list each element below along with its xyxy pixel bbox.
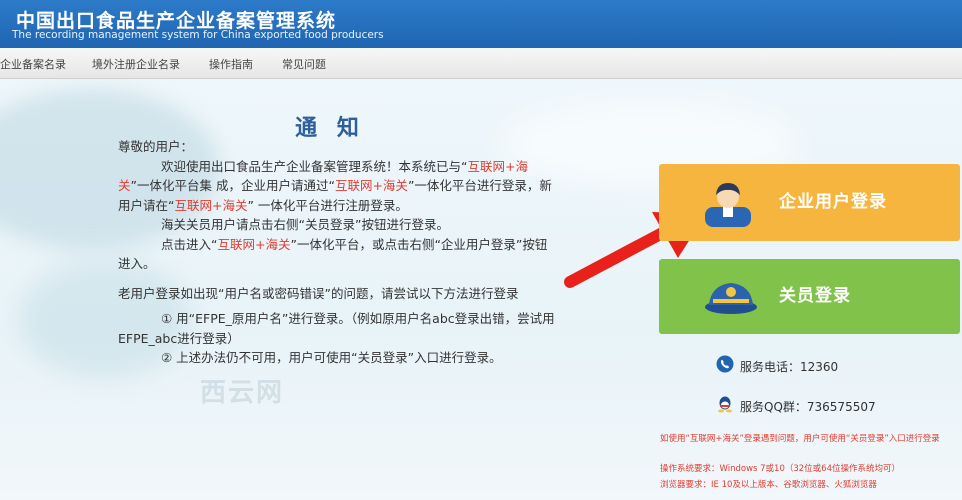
watermark: 西云网 bbox=[200, 378, 285, 408]
nav-item-faq[interactable]: 常见问题 bbox=[282, 56, 326, 72]
nav-item-enterprise-registry[interactable]: 企业备案名录 bbox=[0, 56, 66, 72]
os-requirement: 操作系统要求：Windows 7或10（32位或64位操作系统均可） bbox=[660, 464, 901, 474]
corp-user-login-label: 企业用户登录 bbox=[779, 192, 887, 212]
notice-paragraph: 海关关员用户请点击右侧“关员登录”按钮进行登录。 bbox=[161, 217, 449, 232]
service-phone-text: 服务电话：12360 bbox=[740, 360, 839, 374]
customs-cap-icon bbox=[705, 283, 757, 314]
internet-customs-text: 互联网+海关 bbox=[174, 197, 248, 213]
browser-requirement: 浏览器要求：IE 10及以上版本、谷歌浏览器、火狐浏览器 bbox=[660, 480, 877, 490]
official-login-button[interactable]: 关员登录 bbox=[659, 259, 960, 334]
notice-paragraph: 欢迎使用出口食品生产企业备案管理系统！本系统已与“互联网+海关”一体化平台集 成… bbox=[118, 158, 552, 213]
service-qq-text: 服务QQ群：736575507 bbox=[740, 400, 876, 414]
notice-paragraph: ① 用“EFPE_原用户名”进行登录。（例如原用户名abc登录出错，尝试用EFP… bbox=[118, 311, 555, 346]
notice-paragraph: ② 上述办法仍不可用，用户可使用“关员登录”入口进行登录。 bbox=[161, 350, 502, 365]
official-login-label: 关员登录 bbox=[779, 286, 851, 306]
nav-item-operation-guide[interactable]: 操作指南 bbox=[209, 56, 253, 72]
nav-bar: 企业备案名录 境外注册企业名录 操作指南 常见问题 bbox=[0, 48, 962, 79]
login-help-note: 如使用“互联网+海关”登录遇到问题，用户可使用“关员登录”入口进行登录 bbox=[660, 434, 940, 444]
corp-user-login-button[interactable]: 企业用户登录 bbox=[659, 164, 960, 241]
app-header: 中国出口食品生产企业备案管理系统 The recording managemen… bbox=[0, 0, 962, 48]
app-subtitle: The recording management system for Chin… bbox=[12, 29, 384, 41]
nav-item-overseas-registry[interactable]: 境外注册企业名录 bbox=[92, 56, 180, 72]
internet-customs-link[interactable]: 互联网+海关 bbox=[217, 237, 290, 252]
notice-paragraph: 点击进入“互联网+海关”一体化平台，或点击右侧“企业用户登录”按钮进入。 bbox=[118, 236, 548, 272]
notice-greeting: 尊敬的用户： bbox=[118, 139, 194, 154]
notice-paragraph: 老用户登录如出现“用户名或密码错误”的问题，请尝试以下方法进行登录 bbox=[118, 285, 519, 301]
qq-icon bbox=[718, 396, 732, 413]
internet-customs-text: 互联网+海关 bbox=[334, 178, 408, 193]
notice-body: 尊敬的用户： 欢迎使用出口食品生产企业备案管理系统！本系统已与“互联网+海关”一… bbox=[118, 137, 558, 368]
user-avatar-icon bbox=[705, 183, 751, 227]
phone-icon bbox=[716, 355, 734, 373]
